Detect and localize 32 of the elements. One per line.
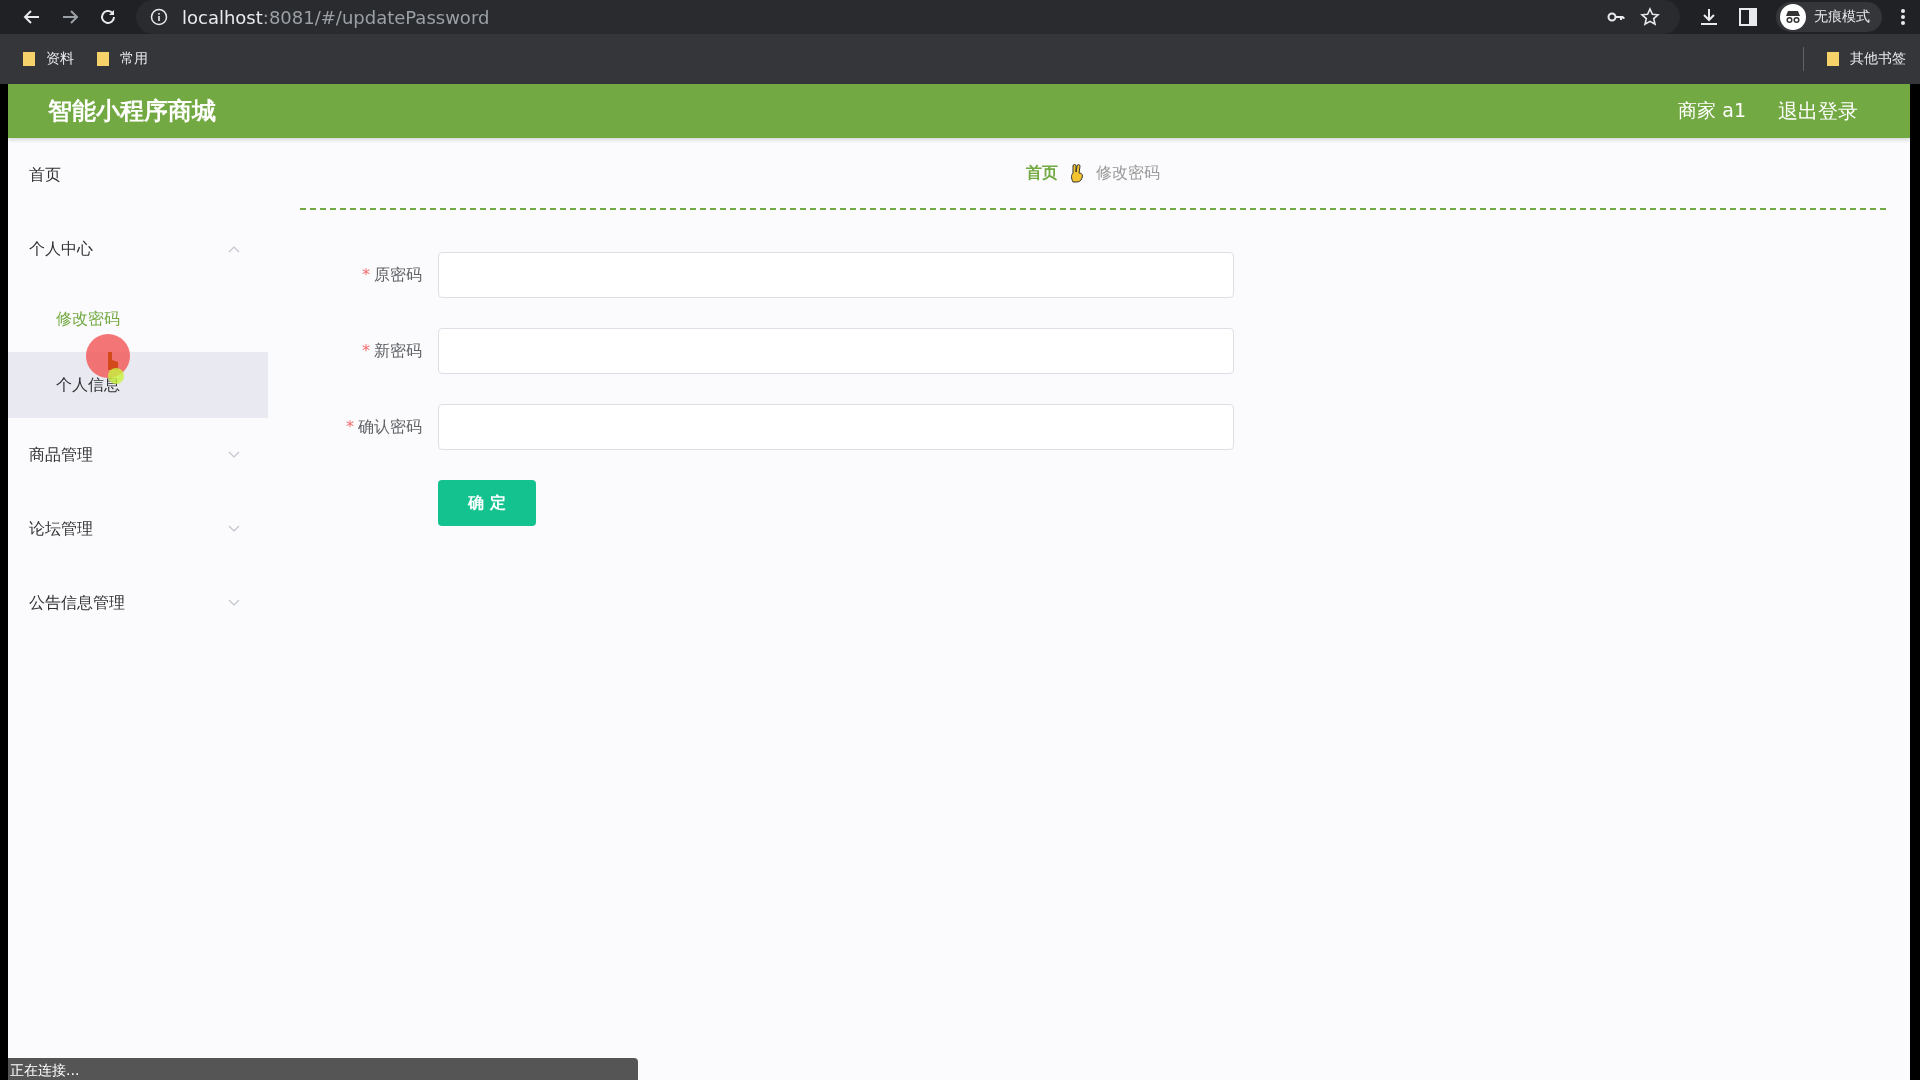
breadcrumb-item: 修改密码 — [1096, 162, 1160, 184]
bookmark-folder[interactable]: 其他书签 — [1826, 50, 1906, 68]
folder-icon — [1826, 51, 1840, 67]
field-label: * 确认密码 — [345, 416, 422, 438]
hand-icon — [1070, 163, 1084, 183]
address-bar[interactable]: localhost:8081/#/updatePassword — [136, 0, 1680, 34]
password-field[interactable] — [438, 328, 1234, 374]
bookmark-folder[interactable]: 资料 — [22, 50, 74, 68]
sidebar-item[interactable]: 论坛管理 — [8, 492, 268, 566]
incognito-profile-button[interactable]: 无痕模式 — [1776, 2, 1882, 32]
field-label: * 原密码 — [361, 264, 422, 286]
sidebar-item[interactable]: 首页 — [8, 138, 268, 212]
field-label: * 新密码 — [361, 340, 422, 362]
star-icon[interactable] — [1640, 7, 1660, 27]
site-title: 智能小程序商城 — [48, 96, 216, 127]
password-field[interactable] — [438, 404, 1234, 450]
sidebar-item[interactable]: 个人中心 — [8, 212, 268, 286]
user-name: 商家 a1 — [1678, 98, 1746, 123]
info-icon[interactable] — [150, 8, 168, 26]
incognito-icon — [1780, 4, 1806, 30]
download-icon[interactable] — [1698, 6, 1720, 28]
sidebar-item[interactable]: 商品管理 — [8, 418, 268, 492]
side-panel-icon[interactable] — [1738, 7, 1758, 27]
url-text: localhost:8081/#/updatePassword — [182, 6, 490, 28]
password-field[interactable] — [438, 252, 1234, 298]
sidebar-item[interactable]: 公告信息管理 — [8, 566, 268, 640]
status-bubble: 正在连接... — [8, 1058, 638, 1080]
menu-icon[interactable] — [1900, 7, 1906, 27]
reload-icon[interactable] — [98, 7, 118, 27]
folder-icon — [22, 51, 36, 67]
folder-icon — [96, 51, 110, 67]
bookmark-folder[interactable]: 常用 — [96, 50, 148, 68]
